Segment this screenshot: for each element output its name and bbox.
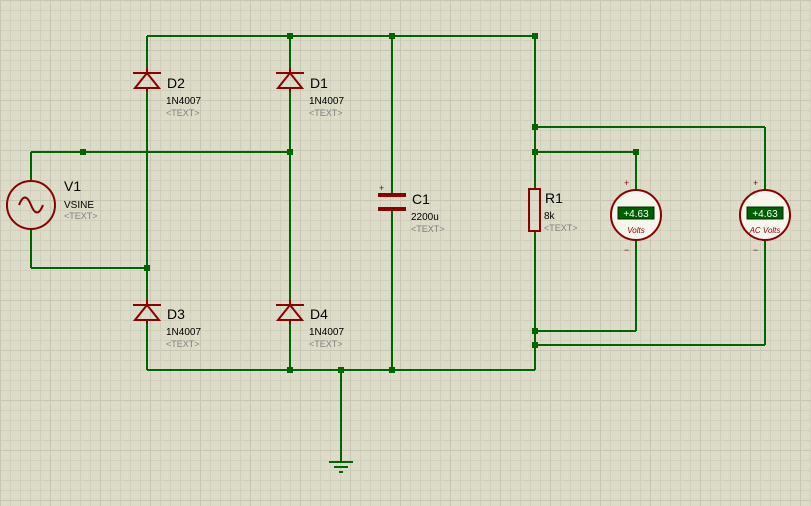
d3-text-label: <TEXT> — [166, 339, 200, 349]
diode-d1[interactable]: D1 1N4007 <TEXT> — [275, 68, 344, 118]
v1-text-label: <TEXT> — [64, 211, 98, 221]
junction-dot — [532, 342, 538, 348]
c1-value-label: 2200u — [411, 212, 439, 223]
resistor-r1-icon — [528, 188, 541, 232]
d3-value-label: 1N4007 — [166, 327, 201, 338]
resistor-r1[interactable]: R1 8k <TEXT> — [528, 188, 578, 233]
junction-dot — [532, 33, 538, 39]
r1-value-label: 8k — [544, 211, 556, 222]
d4-ref-label: D4 — [310, 306, 328, 322]
junction-dot — [144, 265, 150, 271]
diode-d3-icon — [132, 303, 162, 321]
dc-voltmeter-reading: +4.63 — [623, 209, 649, 220]
dc-voltmeter-plus: + — [624, 178, 629, 188]
ground-symbol[interactable] — [329, 461, 353, 473]
d1-value-label: 1N4007 — [309, 96, 344, 107]
junction-dot — [532, 149, 538, 155]
r1-text-label: <TEXT> — [544, 223, 578, 233]
junction-dot — [532, 328, 538, 334]
junction-dot — [338, 367, 344, 373]
d2-value-label: 1N4007 — [166, 96, 201, 107]
v1-value-label: VSINE — [64, 200, 94, 211]
d3-ref-label: D3 — [167, 306, 185, 322]
diode-d4-icon — [275, 303, 305, 321]
junction-dot — [287, 367, 293, 373]
c1-text-label: <TEXT> — [411, 224, 445, 234]
schematic-canvas: V1 VSINE <TEXT> D2 1N4007 <TEXT> D1 1N40… — [6, 33, 791, 473]
sine-wave-glyph — [18, 196, 44, 214]
junction-dot — [80, 149, 86, 155]
dc-voltmeter-minus: − — [624, 245, 629, 255]
c1-ref-label: C1 — [412, 191, 430, 207]
wires — [30, 35, 766, 462]
d1-text-label: <TEXT> — [309, 108, 343, 118]
v1-ref-label: V1 — [64, 178, 81, 194]
dc-voltmeter-unit: Volts — [627, 226, 645, 235]
d2-text-label: <TEXT> — [166, 108, 200, 118]
diode-d4[interactable]: D4 1N4007 <TEXT> — [275, 300, 344, 349]
d4-text-label: <TEXT> — [309, 339, 343, 349]
ac-voltmeter-plus: + — [753, 178, 758, 188]
capacitor-plate-top-icon — [378, 193, 406, 197]
capacitor-c1[interactable]: + C1 2200u <TEXT> — [378, 183, 445, 234]
source-v1[interactable]: V1 VSINE <TEXT> — [6, 178, 98, 230]
ac-voltmeter-minus: − — [753, 245, 758, 255]
capacitor-plate-bottom-icon — [378, 207, 406, 211]
svg-text:+: + — [379, 183, 384, 193]
diode-d2[interactable]: D2 1N4007 <TEXT> — [132, 68, 201, 118]
d4-value-label: 1N4007 — [309, 327, 344, 338]
d2-ref-label: D2 — [167, 75, 185, 91]
d1-ref-label: D1 — [310, 75, 328, 91]
junction-dot — [532, 124, 538, 130]
junction-dot — [287, 33, 293, 39]
diode-d1-icon — [275, 71, 305, 89]
ac-voltmeter-reading: +4.63 — [752, 209, 778, 220]
ac-voltmeter-unit: AC Volts — [749, 226, 781, 235]
diode-d2-icon — [132, 71, 162, 89]
junction-dot — [287, 149, 293, 155]
r1-ref-label: R1 — [545, 190, 563, 206]
junction-dot — [633, 149, 639, 155]
junction-dot — [389, 367, 395, 373]
diode-d3[interactable]: D3 1N4007 <TEXT> — [132, 300, 201, 349]
junction-dot — [389, 33, 395, 39]
